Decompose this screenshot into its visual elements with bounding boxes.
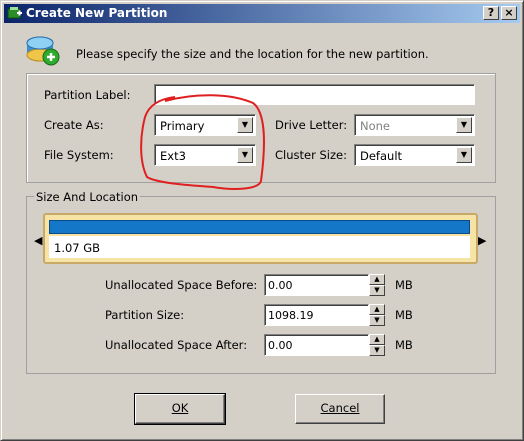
chevron-down-icon[interactable]: ▼ [456,147,472,163]
unit-label: MB [395,338,413,352]
help-button[interactable]: ? [483,6,499,20]
drive-letter-value: None [360,119,391,133]
drive-letter-label: Drive Letter: [275,118,348,132]
unallocated-before-spinner[interactable]: ▲ ▼ [369,274,385,296]
spin-up-icon[interactable]: ▲ [369,334,385,345]
unallocated-after-input[interactable]: 0.00 [264,334,369,356]
unit-label: MB [395,278,413,292]
title-bar[interactable]: Create New Partition ? × [4,4,520,23]
spin-down-icon[interactable]: ▼ [369,285,385,296]
partition-size-spinner[interactable]: ▲ ▼ [369,304,385,326]
unallocated-before-input[interactable]: 0.00 [264,274,369,296]
spin-down-icon[interactable]: ▼ [369,315,385,326]
unallocated-after-spinner[interactable]: ▲ ▼ [369,334,385,356]
file-system-label: File System: [44,148,114,162]
create-as-label: Create As: [44,118,104,132]
partition-size-bar[interactable] [49,220,470,234]
cluster-size-dropdown[interactable]: Default ▼ [354,144,475,166]
ok-button[interactable]: OK [134,393,226,425]
cancel-button[interactable]: Cancel [295,394,385,424]
spin-down-icon[interactable]: ▼ [369,345,385,356]
cluster-size-value: Default [360,149,403,163]
new-partition-icon [26,36,60,66]
partition-label-label: Partition Label: [44,88,131,102]
unit-label: MB [395,308,413,322]
chevron-down-icon[interactable]: ▼ [456,117,472,133]
partition-map-label-area [49,236,470,258]
right-resize-handle-icon[interactable]: ▶ [478,234,486,247]
spin-up-icon[interactable]: ▲ [369,304,385,315]
unallocated-before-label: Unallocated Space Before: [105,278,258,292]
unallocated-after-label: Unallocated Space After: [105,338,248,352]
partition-size-input[interactable]: 1098.19 [264,304,369,326]
close-button[interactable]: × [501,6,517,20]
drive-letter-dropdown[interactable]: None ▼ [354,114,475,136]
window-title: Create New Partition [26,6,168,20]
cluster-size-label: Cluster Size: [275,148,347,162]
partition-size-readout: 1.07 GB [54,241,101,255]
instruction-text: Please specify the size and the location… [76,47,429,61]
left-resize-handle-icon[interactable]: ◀ [34,234,42,247]
partition-size-label: Partition Size: [105,308,185,322]
partition-app-icon [7,7,22,19]
spin-up-icon[interactable]: ▲ [369,274,385,285]
create-partition-dialog: Create New Partition ? × Please specify … [0,0,524,441]
red-circle-annotation [140,94,265,190]
size-location-title: Size And Location [34,190,141,204]
